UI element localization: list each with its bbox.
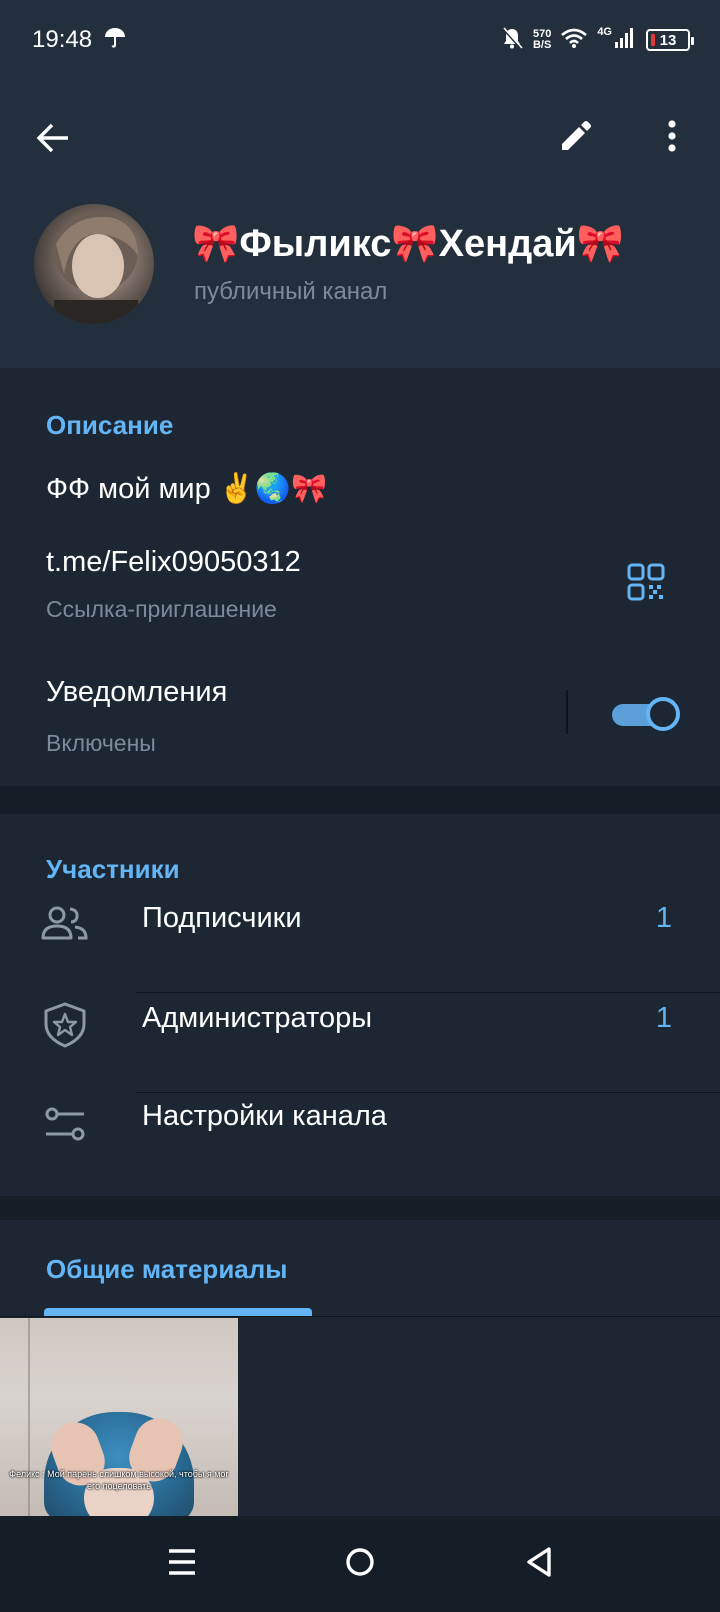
subscribers-label: Подписчики	[142, 902, 302, 934]
invite-link-caption: Ссылка-приглашение	[46, 596, 277, 622]
members-section: Участники Подписчики 1 Администраторы 1 …	[0, 814, 720, 1196]
admin-shield-icon	[40, 1000, 90, 1050]
shared-media-tab[interactable]: Общие материалы	[46, 1254, 287, 1285]
people-icon	[40, 900, 90, 950]
more-vertical-icon	[668, 120, 676, 152]
channel-avatar[interactable]	[34, 204, 154, 324]
notifications-label[interactable]: Уведомления	[46, 676, 227, 709]
channel-title: 🎀Фыликс🎀Хендай🎀	[192, 223, 625, 265]
channel-info-section: Описание ФФ мой мир ✌️🌏🎀 t.me/Felix09050…	[0, 368, 720, 786]
system-navigation-bar	[0, 1516, 720, 1612]
media-caption: Феликс : Мой парень слишком высокой, что…	[9, 1469, 229, 1491]
invite-link[interactable]: t.me/Felix09050312	[46, 546, 301, 579]
more-options-button[interactable]	[654, 116, 690, 156]
bell-muted-icon	[501, 26, 523, 55]
subscribers-count: 1	[655, 902, 672, 934]
battery-indicator: 13	[646, 29, 694, 51]
shared-media-section: Общие материалы Феликс : Мой парень слиш…	[0, 1220, 720, 1516]
edit-button[interactable]	[556, 116, 596, 156]
circle-icon	[346, 1548, 374, 1576]
section-separator	[0, 786, 720, 814]
administrators-label: Администраторы	[142, 1002, 373, 1034]
menu-lines-icon	[169, 1549, 195, 1575]
qr-code-icon	[627, 563, 665, 601]
channel-header: 🎀Фыликс🎀Хендай🎀 публичный канал	[0, 84, 720, 368]
section-separator	[0, 1196, 720, 1220]
administrators-count: 1	[655, 1002, 672, 1034]
pencil-icon	[562, 121, 591, 150]
row-divider	[136, 1092, 720, 1093]
arrow-left-icon	[36, 123, 68, 153]
notifications-state: Включены	[46, 730, 156, 756]
system-back-button[interactable]	[522, 1544, 558, 1580]
description-text: ФФ мой мир ✌️🌏🎀	[46, 473, 328, 505]
tab-divider	[0, 1316, 720, 1317]
back-button[interactable]	[34, 118, 74, 158]
recent-apps-button[interactable]	[166, 1544, 198, 1580]
signal-icon	[614, 27, 636, 54]
tab-indicator	[44, 1308, 312, 1316]
wifi-icon	[561, 28, 588, 53]
network-type: 4G	[597, 26, 612, 38]
channel-settings-label: Настройки канала	[142, 1100, 387, 1132]
umbrella-icon	[104, 26, 126, 55]
status-icons: 570 B/S 4G 13	[501, 22, 694, 58]
channel-type: публичный канал	[194, 278, 388, 305]
network-speed: 570 B/S	[532, 28, 552, 51]
members-heading: Участники	[46, 854, 180, 884]
qr-code-button[interactable]	[626, 562, 666, 602]
settings-sliders-icon	[40, 1100, 90, 1150]
notifications-toggle[interactable]	[612, 696, 680, 732]
vertical-divider	[566, 690, 568, 734]
triangle-back-icon	[527, 1547, 551, 1577]
description-heading: Описание	[46, 410, 174, 440]
home-button[interactable]	[342, 1544, 378, 1580]
status-time: 19:48	[32, 26, 93, 53]
row-divider	[136, 992, 720, 993]
media-thumbnail[interactable]: Феликс : Мой парень слишком высокой, что…	[0, 1318, 238, 1516]
status-bar: 19:48 570 B/S 4G 13	[0, 0, 720, 84]
